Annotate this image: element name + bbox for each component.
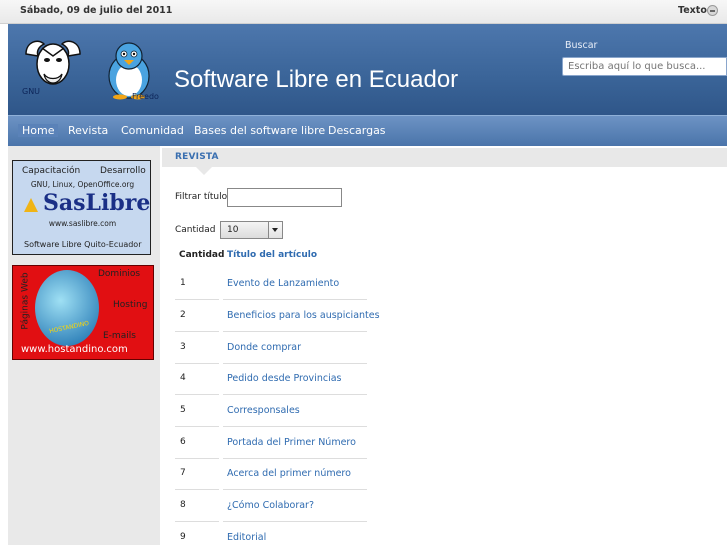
banner-subtitle: GNU, Linux, OpenOffice.org (30, 180, 135, 189)
row-number: 5 (180, 405, 186, 415)
row-number: 8 (180, 500, 186, 510)
article-link[interactable]: Beneficios para los auspiciantes (227, 310, 380, 321)
table-row: 1 Evento de Lanzamiento (175, 268, 367, 300)
search-label: Buscar (565, 40, 598, 51)
row-number: 7 (180, 468, 186, 478)
banner-website: www.hostandino.com (21, 344, 128, 355)
count-select[interactable]: 10 (220, 221, 283, 239)
site-header: GNU Freedo Software Libre en Ecuador Bus… (8, 24, 727, 115)
text-size-minus-icon[interactable] (707, 5, 718, 16)
row-number: 3 (180, 342, 186, 352)
section-pointer-icon (196, 167, 212, 175)
article-link[interactable]: Editorial (227, 532, 266, 543)
hostandino-banner[interactable]: Páginas Web Dominios Hosting E-mails HOS… (12, 265, 154, 360)
banner-capacitacion: Capacitación (22, 166, 81, 176)
filter-title-input[interactable] (227, 188, 342, 207)
main-nav: Home Revista Comunidad Bases del softwar… (8, 115, 727, 146)
row-number: 9 (180, 532, 186, 542)
search-input[interactable] (562, 57, 727, 76)
article-link[interactable]: Evento de Lanzamiento (227, 278, 339, 289)
table-row: 5 Corresponsales (175, 395, 367, 427)
count-select-value: 10 (227, 225, 239, 235)
article-link[interactable]: Corresponsales (227, 405, 300, 416)
banner-dominios: Dominios (98, 269, 141, 279)
left-sidebar: Capacitación Desarrollo GNU, Linux, Open… (8, 146, 160, 545)
top-bar: Sábado, 09 de julio del 2011 Texto (0, 0, 727, 24)
current-date: Sábado, 09 de julio del 2011 (20, 5, 173, 16)
nav-descargas[interactable]: Descargas (328, 124, 386, 137)
table-row: 3 Donde comprar (175, 332, 367, 364)
banner-website: www.saslibre.com (48, 219, 117, 228)
banner-footer: Software Libre Quito-Ecuador (24, 240, 142, 249)
nav-revista[interactable]: Revista (68, 124, 108, 137)
text-size-label: Texto (678, 5, 707, 16)
article-link[interactable]: Portada del Primer Número (227, 437, 356, 448)
table-row: 9 Editorial (175, 522, 367, 554)
nav-bases-software-libre[interactable]: Bases del software libre (194, 124, 325, 137)
column-header-count: Cantidad (179, 250, 225, 260)
row-number: 1 (180, 278, 186, 288)
saslibre-logo: SasLibre (43, 190, 151, 216)
banner-emails: E-mails (103, 331, 136, 341)
warning-triangle-icon (24, 198, 38, 212)
row-number: 2 (180, 310, 186, 320)
nav-comunidad[interactable]: Comunidad (121, 124, 184, 137)
banner-desarrollo: Desarrollo (100, 166, 146, 176)
table-row: 2 Beneficios para los auspiciantes (175, 300, 380, 332)
nav-home[interactable]: Home (18, 124, 59, 137)
row-number: 6 (180, 437, 186, 447)
section-title: REVISTA (175, 152, 219, 162)
gnu-label: GNU (22, 87, 41, 96)
globe-icon (35, 270, 99, 346)
banner-hosting: Hosting (113, 300, 148, 310)
column-header-title[interactable]: Título del artículo (227, 250, 317, 260)
saslibre-banner[interactable]: Capacitación Desarrollo GNU, Linux, Open… (12, 160, 151, 255)
gnu-logo-icon (25, 40, 81, 85)
table-row: 6 Portada del Primer Número (175, 427, 367, 459)
banner-side-text: Páginas Web (20, 272, 31, 330)
chevron-down-icon[interactable] (268, 222, 282, 238)
table-row: 7 Acerca del primer número (175, 458, 367, 490)
filter-label: Filtrar título (175, 192, 228, 202)
row-number: 4 (180, 373, 186, 383)
freedo-label: Freedo (132, 92, 159, 101)
article-link[interactable]: Pedido desde Provincias (227, 373, 341, 384)
freedo-penguin-icon (108, 42, 150, 100)
site-title[interactable]: Software Libre en Ecuador (174, 66, 458, 94)
article-link[interactable]: ¿Cómo Colaborar? (227, 500, 314, 511)
section-header: REVISTA (162, 148, 727, 167)
article-link[interactable]: Donde comprar (227, 342, 301, 353)
table-row: 8 ¿Cómo Colaborar? (175, 490, 367, 522)
article-link[interactable]: Acerca del primer número (227, 468, 351, 479)
table-row: 4 Pedido desde Provincias (175, 363, 367, 395)
count-label: Cantidad (175, 225, 216, 235)
